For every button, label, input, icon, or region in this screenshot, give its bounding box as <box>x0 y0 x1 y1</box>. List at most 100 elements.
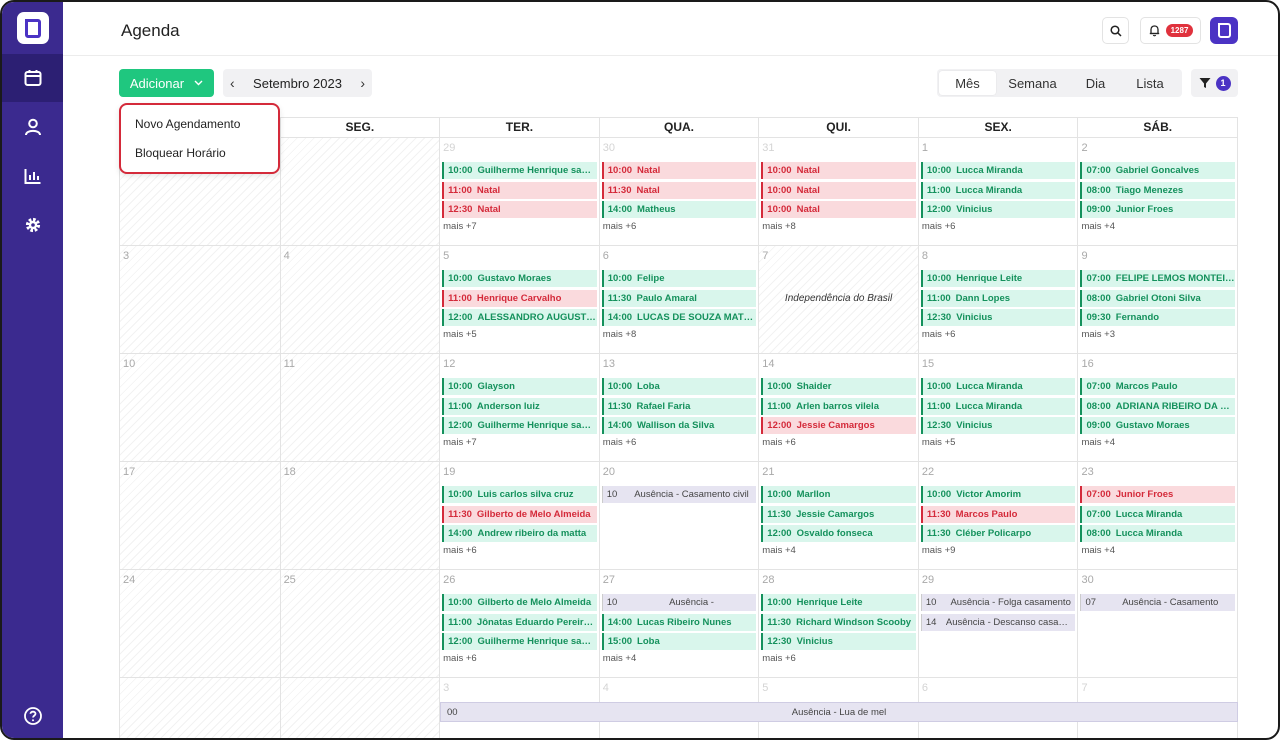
calendar-day-cell[interactable]: 29 10:00 Guilherme Henrique santos 11:00 Nat… <box>439 138 599 245</box>
notifications-button[interactable]: 1287 <box>1140 17 1201 44</box>
appointment-event[interactable]: 11:30 Richard Windson Scooby <box>761 613 916 631</box>
menu-item-new-appointment[interactable]: Novo Agendamento <box>135 117 240 131</box>
calendar-day-cell[interactable]: 21 10:00 Marllon 11:30 Jessie Camargos 12:00 O… <box>758 462 918 569</box>
gear-icon[interactable] <box>2 201 63 249</box>
more-events-link[interactable]: mais +5 <box>442 329 597 340</box>
appointment-event[interactable]: 12:30 Natal <box>442 201 597 218</box>
more-events-link[interactable]: mais +6 <box>602 437 757 448</box>
appointment-event[interactable]: 11:00 Natal <box>442 181 597 199</box>
appointment-event[interactable]: 08:00 Gabriel Otoni Silva <box>1080 289 1236 307</box>
menu-item-block-time[interactable]: Bloquear Horário <box>135 146 226 160</box>
more-events-link[interactable]: mais +6 <box>921 221 1076 232</box>
appointment-event[interactable]: 11:30 Jessie Camargos <box>761 505 916 523</box>
more-events-link[interactable]: mais +4 <box>1080 437 1235 448</box>
appointment-event[interactable]: 10:00 Henrique Leite <box>761 594 916 611</box>
more-events-link[interactable]: mais +4 <box>1080 545 1235 556</box>
appointment-event[interactable]: 09:00 Gustavo Moraes <box>1080 417 1236 434</box>
calendar-day-cell[interactable]: 27 10 Ausência - 14:00 Lucas Ribeiro Nunes 15… <box>598 570 759 677</box>
absence-event[interactable]: 14 Ausência - Descanso casamento <box>920 613 1076 631</box>
view-month-button[interactable]: Mês <box>939 71 996 95</box>
calendar-day-cell[interactable]: 23 07:00 Junior Froes 07:00 Lucca Miranda 08:… <box>1077 462 1237 569</box>
calendar-day-cell[interactable] <box>120 678 280 738</box>
appointment-event[interactable]: 10:00 Guilherme Henrique santos <box>442 162 597 179</box>
calendar-day-cell[interactable]: 8 10:00 Henrique Leite 11:00 Dann Lopes 12:30… <box>917 246 1078 353</box>
appointment-event[interactable]: 11:00 Lucca Miranda <box>920 181 1076 199</box>
calendar-day-cell[interactable]: 9 07:00 FELIPE LEMOS MONTEIRO 08:00 Gabriel … <box>1077 246 1237 353</box>
appointment-event[interactable]: 12:30 Vinicius <box>920 309 1076 326</box>
appointment-event[interactable]: 07:00 Junior Froes <box>1080 486 1236 503</box>
calendar-day-cell[interactable]: 30 07 Ausência - Casamento <box>1077 570 1237 677</box>
prev-month-button[interactable]: ‹ <box>230 75 235 91</box>
more-events-link[interactable]: mais +6 <box>442 545 597 556</box>
appointment-event[interactable]: 11:00 Anderson luiz <box>442 397 597 415</box>
more-events-link[interactable]: mais +6 <box>602 221 757 232</box>
calendar-day-cell[interactable]: 4 <box>279 246 440 353</box>
appointment-event[interactable]: 08:00 ADRIANA RIBEIRO DA MA... <box>1080 397 1236 415</box>
appointment-event[interactable]: 07:00 FELIPE LEMOS MONTEIRO <box>1080 270 1236 287</box>
absence-event[interactable]: 10 Ausência - Casamento civil <box>601 486 757 503</box>
absence-event[interactable]: 07 Ausência - Casamento <box>1080 594 1236 611</box>
filter-button[interactable]: 1 <box>1191 69 1238 97</box>
appointment-event[interactable]: 14:00 LUCAS DE SOUZA MATTOS <box>601 309 757 326</box>
appointment-event[interactable]: 10:00 Lucca Miranda <box>920 378 1076 395</box>
more-events-link[interactable]: mais +6 <box>442 653 597 664</box>
calendar-day-cell[interactable]: 14 10:00 Shaider 11:00 Arlen barros vilela 12… <box>758 354 918 461</box>
reports-icon[interactable] <box>2 152 63 200</box>
calendar-day-cell[interactable]: 2 07:00 Gabriel Goncalves 08:00 Tiago Meneze… <box>1077 138 1237 245</box>
calendar-day-cell[interactable]: 12 10:00 Glayson 11:00 Anderson luiz 12:00 Gui… <box>439 354 599 461</box>
more-events-link[interactable]: mais +4 <box>761 545 916 556</box>
appointment-event[interactable]: 11:30 Gilberto de Melo Almeida <box>442 505 597 523</box>
appointment-event[interactable]: 12:00 Guilherme Henrique santos <box>442 633 597 650</box>
appointment-event[interactable]: 10:00 Henrique Leite <box>920 270 1076 287</box>
appointment-event[interactable]: 10:00 Natal <box>761 181 916 199</box>
appointment-event[interactable]: 15:00 Loba <box>601 633 757 650</box>
more-events-link[interactable]: mais +3 <box>1080 329 1235 340</box>
appointment-event[interactable]: 10:00 Natal <box>761 201 916 218</box>
more-events-link[interactable]: mais +8 <box>602 329 757 340</box>
appointment-event[interactable]: 11:00 Lucca Miranda <box>920 397 1076 415</box>
view-day-button[interactable]: Dia <box>1069 71 1122 95</box>
user-icon[interactable] <box>2 103 63 151</box>
appointment-event[interactable]: 12:00 Jessie Camargos <box>761 417 916 434</box>
calendar-day-cell[interactable] <box>279 138 440 245</box>
calendar-day-cell[interactable]: 7 Independência do Brasil <box>758 246 918 353</box>
appointment-event[interactable]: 10:00 Glayson <box>442 378 597 395</box>
appointment-event[interactable]: 10:00 Victor Amorim <box>920 486 1076 503</box>
next-month-button[interactable]: › <box>360 75 365 91</box>
more-events-link[interactable]: mais +6 <box>921 329 1076 340</box>
multi-day-absence-event[interactable]: 00 Ausência - Lua de mel <box>440 702 1238 722</box>
more-events-link[interactable]: mais +8 <box>761 221 916 232</box>
calendar-day-cell[interactable]: 26 10:00 Gilberto de Melo Almeida 11:00 Jôna… <box>439 570 599 677</box>
calendar-day-cell[interactable]: 24 <box>120 570 280 677</box>
appointment-event[interactable]: 11:30 Natal <box>601 181 757 199</box>
appointment-event[interactable]: 11:30 Paulo Amaral <box>601 289 757 307</box>
view-list-button[interactable]: Lista <box>1122 71 1178 95</box>
view-week-button[interactable]: Semana <box>996 71 1069 95</box>
more-events-link[interactable]: mais +4 <box>602 653 757 664</box>
appointment-event[interactable]: 12:00 ALESSANDRO AUGUSTO ... <box>442 309 597 326</box>
calendar-day-cell[interactable]: 13 10:00 Loba 11:30 Rafael Faria 14:00 Walliso… <box>598 354 759 461</box>
avatar[interactable] <box>1210 17 1238 44</box>
appointment-event[interactable]: 11:00 Dann Lopes <box>920 289 1076 307</box>
calendar-day-cell[interactable]: 15 10:00 Lucca Miranda 11:00 Lucca Miranda 12… <box>917 354 1078 461</box>
appointment-event[interactable]: 08:00 Tiago Menezes <box>1080 181 1236 199</box>
appointment-event[interactable]: 11:00 Jônatas Eduardo Pereira ... <box>442 613 597 631</box>
appointment-event[interactable]: 14:00 Matheus <box>601 201 757 218</box>
calendar-day-cell[interactable]: 20 10 Ausência - Casamento civil <box>598 462 759 569</box>
absence-event[interactable]: 10 Ausência - <box>601 594 757 611</box>
appointment-event[interactable]: 11:30 Cléber Policarpo <box>920 525 1076 542</box>
appointment-event[interactable]: 10:00 Marllon <box>761 486 916 503</box>
appointment-event[interactable]: 10:00 Felipe <box>601 270 757 287</box>
appointment-event[interactable]: 14:00 Lucas Ribeiro Nunes <box>601 613 757 631</box>
calendar-day-cell[interactable]: 10 <box>120 354 280 461</box>
appointment-event[interactable]: 08:00 Lucca Miranda <box>1080 525 1236 542</box>
appointment-event[interactable]: 12:00 Guilherme Henrique santos <box>442 417 597 434</box>
appointment-event[interactable]: 10:00 Loba <box>601 378 757 395</box>
appointment-event[interactable]: 10:00 Natal <box>601 162 757 179</box>
app-logo[interactable] <box>17 12 49 44</box>
calendar-day-cell[interactable]: 28 10:00 Henrique Leite 11:30 Richard Windso… <box>758 570 918 677</box>
more-events-link[interactable]: mais +7 <box>442 221 597 232</box>
calendar-day-cell[interactable]: 3 <box>120 246 280 353</box>
appointment-event[interactable]: 11:30 Marcos Paulo <box>920 505 1076 523</box>
appointment-event[interactable]: 12:30 Vinicius <box>920 417 1076 434</box>
